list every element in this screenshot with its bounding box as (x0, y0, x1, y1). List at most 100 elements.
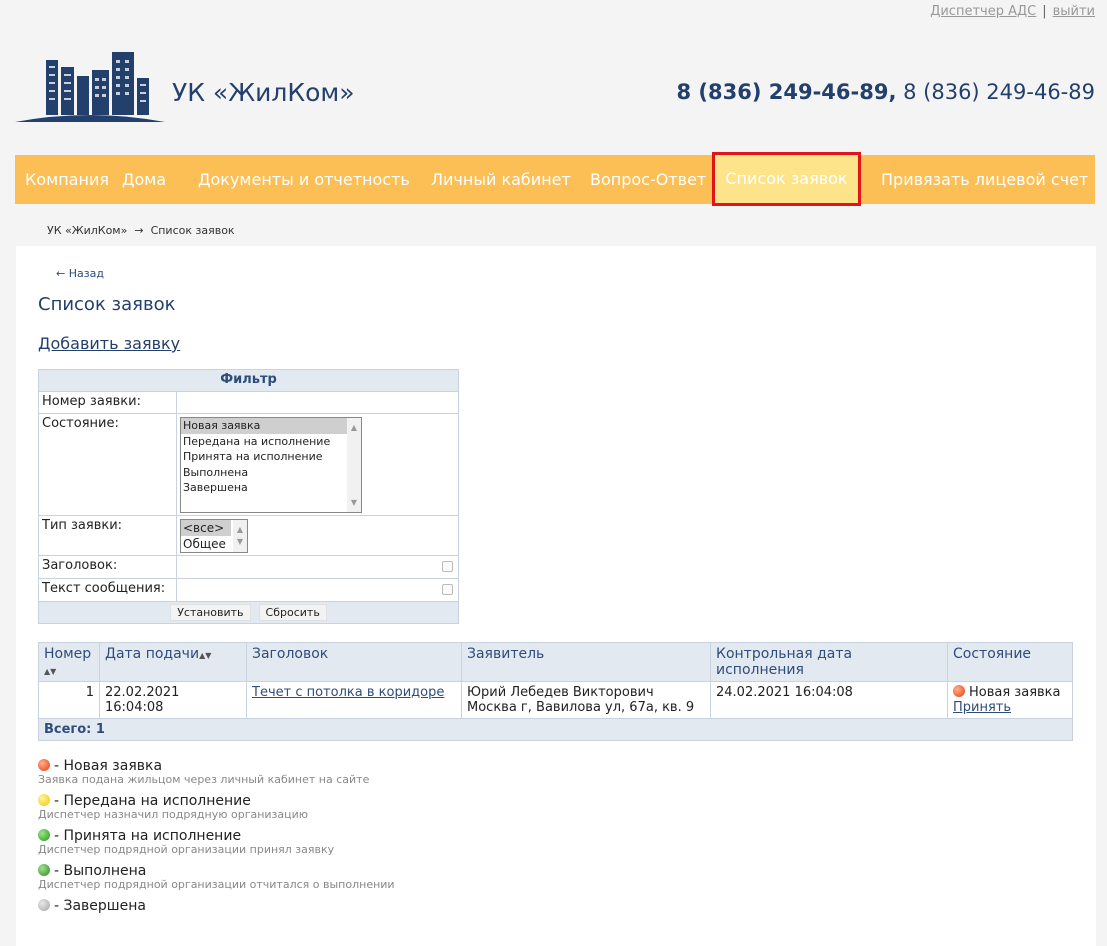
yellow-dot-icon (38, 794, 50, 806)
reset-filter-button[interactable]: Сбросить (258, 604, 327, 621)
phone-alt: 8 (836) 249-46-89 (903, 80, 1095, 104)
request-subject-link[interactable]: Течет с потолка в коридоре (252, 685, 444, 700)
state-option[interactable]: Передана на исполнение (181, 434, 361, 450)
table-header-row: Номер ▲▼ Дата подачи▲▼ Заголовок Заявите… (38, 642, 1073, 682)
state-scrollbar[interactable]: ▲ ▼ (347, 418, 361, 512)
nav-item-requests[interactable]: Список заявок (712, 152, 861, 206)
applicant-name: Юрий Лебедев Викторович (467, 685, 654, 700)
cell-state: Новая заявка Принять (947, 681, 1073, 719)
legend-name: - Передана на исполнение (54, 793, 251, 809)
filter-table: Фильтр Номер заявки: Состояние: Новая за… (38, 369, 459, 624)
filter-message-label: Текст сообщения: (38, 578, 177, 602)
nav-item-documents[interactable]: Документы и отчетность (198, 155, 410, 204)
legend-item: - Передана на исполнение Диспетчер назна… (38, 793, 395, 821)
apply-filter-button[interactable]: Установить (170, 604, 251, 621)
breadcrumb-arrow-icon: → (134, 224, 144, 237)
page-title: Список заявок (38, 294, 176, 315)
nav-item-account[interactable]: Личный кабинет (431, 155, 571, 204)
column-deadline[interactable]: Контрольная дата исполнения (710, 642, 948, 682)
applicant-address: Москва г, Вавилова ул, 67а, кв. 9 (467, 700, 695, 715)
column-applicant[interactable]: Заявитель (461, 642, 711, 682)
requests-table: Номер ▲▼ Дата подачи▲▼ Заголовок Заявите… (38, 642, 1073, 741)
legend-item: - Принята на исполнение Диспетчер подряд… (38, 828, 395, 856)
legend-name: - Выполнена (54, 863, 147, 879)
filter-message-input[interactable] (176, 578, 459, 602)
legend-desc: Заявка подана жильцом через личный кабин… (38, 773, 370, 786)
breadcrumb-home[interactable]: УК «ЖилКом» (47, 224, 127, 237)
accept-request-link[interactable]: Принять (953, 700, 1011, 715)
user-bar: Диспетчер АДС | выйти (930, 4, 1095, 19)
state-text: Новая заявка (969, 685, 1061, 700)
legend-item: - Новая заявка Заявка подана жильцом чер… (38, 758, 395, 786)
legend-item: - Выполнена Диспетчер подрядной организа… (38, 863, 395, 891)
user-bar-separator: | (1042, 4, 1047, 19)
company-logo-icon[interactable] (15, 50, 165, 124)
filter-number-label: Номер заявки: (38, 391, 177, 414)
cell-deadline: 24.02.2021 16:04:08 (710, 681, 948, 719)
legend-desc: Диспетчер подрядной организации отчиталс… (38, 878, 395, 891)
legend-desc: Диспетчер подрядной организации принял з… (38, 843, 335, 856)
filter-type-label: Тип заявки: (38, 515, 177, 556)
red-dot-icon (38, 759, 50, 771)
state-option[interactable]: Принята на исполнение (181, 449, 361, 465)
nav-item-houses[interactable]: Дома (122, 155, 166, 204)
legend-name: - Принята на исполнение (54, 828, 242, 844)
cell-applicant: Юрий Лебедев Викторович Москва г, Вавило… (461, 681, 711, 719)
filter-subject-label: Заголовок: (38, 555, 177, 579)
filter-type-select[interactable]: <все> Общее ▲ ▼ (180, 519, 248, 553)
message-checkbox[interactable] (442, 584, 453, 595)
legend-name: - Новая заявка (54, 758, 163, 774)
add-request-link[interactable]: Добавить заявку (38, 334, 180, 353)
table-row: 1 22.02.2021 16:04:08 Течет с потолка в … (38, 681, 1073, 719)
cell-number: 1 (38, 681, 100, 719)
main-nav: Компания Дома Документы и отчетность Лич… (15, 152, 1095, 206)
subject-checkbox[interactable] (442, 561, 453, 572)
breadcrumb: УК «ЖилКом» → Список заявок (47, 224, 235, 237)
filter-state-select[interactable]: Новая заявка Передана на исполнение Прин… (180, 417, 362, 513)
green-dollar-dot-icon (38, 864, 50, 876)
cell-date: 22.02.2021 16:04:08 (99, 681, 247, 719)
legend-desc: Диспетчер назначил подрядную организацию (38, 808, 309, 821)
content-panel: ← Назад Список заявок Добавить заявку Фи… (16, 246, 1096, 946)
phone-main: 8 (836) 249-46-89, (676, 80, 897, 104)
scroll-down-icon[interactable]: ▼ (347, 495, 361, 511)
green-dot-icon (38, 829, 50, 841)
column-state[interactable]: Состояние (947, 642, 1073, 682)
column-subject[interactable]: Заголовок (246, 642, 462, 682)
legend-item: - Завершена (38, 898, 395, 914)
column-date[interactable]: Дата подачи▲▼ (99, 642, 247, 682)
scroll-up-icon[interactable]: ▲ (347, 420, 361, 436)
phone-numbers: 8 (836) 249-46-89, 8 (836) 249-46-89 (676, 80, 1095, 104)
column-date-label: Дата подачи (105, 646, 200, 662)
filter-buttons: Установить Сбросить (38, 601, 459, 624)
scroll-down-icon[interactable]: ▼ (233, 534, 247, 550)
filter-subject-input[interactable] (176, 555, 459, 579)
nav-item-faq[interactable]: Вопрос-Ответ (590, 155, 706, 204)
breadcrumb-current: Список заявок (150, 224, 235, 237)
brand-name[interactable]: УК «ЖилКом» (172, 78, 355, 107)
filter-header: Фильтр (38, 369, 459, 392)
back-link[interactable]: ← Назад (56, 267, 104, 280)
state-option[interactable]: Новая заявка (181, 418, 361, 434)
state-option[interactable]: Завершена (181, 480, 361, 496)
sort-arrows-icon[interactable]: ▲▼ (44, 667, 56, 676)
sort-arrows-icon[interactable]: ▲▼ (199, 651, 211, 660)
nav-item-bind-account[interactable]: Привязать лицевой счет (881, 155, 1088, 204)
type-scrollbar[interactable]: ▲ ▼ (233, 520, 247, 552)
filter-number-input[interactable] (176, 391, 459, 414)
red-dot-icon (953, 685, 965, 697)
user-link[interactable]: Диспетчер АДС (930, 4, 1036, 19)
column-number-label: Номер (44, 646, 92, 662)
status-legend: - Новая заявка Заявка подана жильцом чер… (38, 758, 395, 921)
table-total-row: Всего: 1 (38, 718, 1073, 741)
cell-subject: Течет с потолка в коридоре (246, 681, 462, 719)
gray-dot-icon (38, 899, 50, 911)
logout-link[interactable]: выйти (1053, 4, 1095, 19)
type-option[interactable]: <все> (181, 520, 231, 536)
nav-item-company[interactable]: Компания (25, 155, 109, 204)
state-option[interactable]: Выполнена (181, 465, 361, 481)
filter-state-label: Состояние: (38, 413, 177, 516)
total-count: Всего: 1 (38, 718, 1073, 741)
legend-name: - Завершена (54, 898, 146, 914)
column-number[interactable]: Номер ▲▼ (38, 642, 100, 682)
